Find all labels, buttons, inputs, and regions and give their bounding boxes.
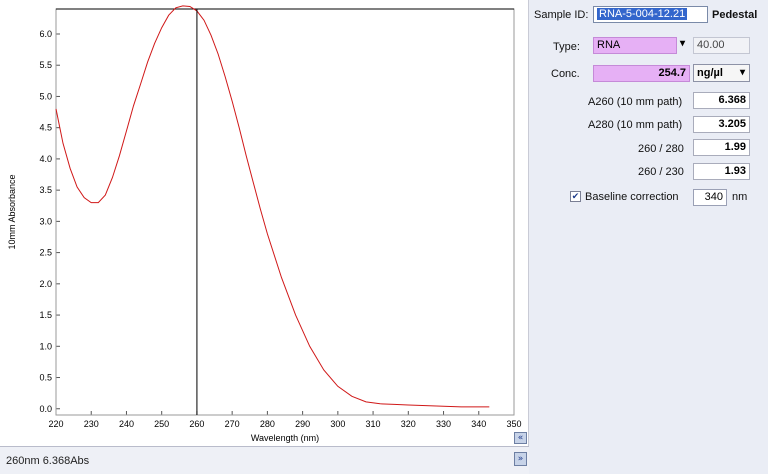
x-tick-label: 230 — [84, 419, 99, 429]
double-chevron-left-icon[interactable]: « — [514, 432, 527, 444]
x-tick-label: 280 — [260, 419, 275, 429]
x-tick-label: 330 — [436, 419, 451, 429]
x-tick-label: 290 — [295, 419, 310, 429]
double-chevron-down-icon[interactable]: » — [514, 452, 527, 466]
baseline-wavelength-input[interactable]: 340 — [693, 189, 727, 206]
ratio-260-280-label: 260 / 280 — [638, 143, 684, 155]
a280-value: 3.205 — [693, 116, 750, 133]
type-select[interactable]: RNA — [593, 37, 677, 54]
x-tick-label: 270 — [225, 419, 240, 429]
measurement-mode: Pedestal — [712, 9, 758, 21]
a280-label: A280 (10 mm path) — [588, 119, 683, 131]
type-label: Type: — [553, 41, 580, 53]
chevron-down-icon: ▾ — [739, 67, 745, 78]
y-tick-label: 5.0 — [39, 91, 52, 101]
y-tick-label: 1.0 — [39, 341, 52, 351]
plot-frame — [55, 8, 515, 416]
x-tick-label: 240 — [119, 419, 134, 429]
x-tick-label: 220 — [48, 419, 63, 429]
x-tick-label: 320 — [401, 419, 416, 429]
sample-id-field[interactable]: RNA-5-004-12.21 — [593, 6, 708, 23]
type-factor-value: 40.00 — [697, 39, 725, 51]
ratio-260-230-label: 260 / 230 — [638, 166, 684, 178]
x-tick-label: 300 — [330, 419, 345, 429]
baseline-label: Baseline correction — [585, 191, 679, 203]
absorbance-series-line — [55, 5, 490, 408]
a260-label: A260 (10 mm path) — [588, 96, 683, 108]
y-tick-label: 5.5 — [39, 60, 52, 70]
ratio-260-230-value: 1.93 — [693, 163, 750, 180]
y-tick-label: 2.0 — [39, 279, 52, 289]
conc-label: Conc. — [551, 68, 580, 80]
spectrum-chart-panel: 0.0 0.5 1.0 1.5 2.0 2.5 3.0 3.5 4.0 4.5 5.0 5.5 6.0 … — [0, 0, 529, 446]
conc-value-field: 254.7 — [593, 65, 690, 82]
x-tick-label: 250 — [154, 419, 169, 429]
y-tick-label: 3.5 — [39, 185, 52, 195]
conc-value: 254.7 — [658, 67, 686, 79]
baseline-unit: nm — [732, 191, 748, 203]
type-factor-field: 40.00 — [693, 37, 750, 54]
sample-id-value: RNA-5-004-12.21 — [597, 8, 688, 20]
y-tick-label: 4.5 — [39, 123, 52, 133]
x-tick-label: 350 — [506, 419, 521, 429]
type-dropdown-arrow-icon[interactable]: ▾ — [680, 38, 685, 49]
x-tick-label: 260 — [189, 419, 204, 429]
status-bar: 260nm 6.368Abs — [0, 446, 529, 474]
baseline-wavelength-value: 340 — [704, 191, 723, 203]
conc-unit-select[interactable]: ng/µl ▾ — [693, 64, 750, 82]
checkmark-icon: ✔ — [571, 191, 580, 201]
spectrum-chart[interactable]: 0.00.51.01.52.02.53.03.54.04.55.05.56.0 … — [0, 0, 528, 446]
x-tick-label: 310 — [366, 419, 381, 429]
sample-id-label: Sample ID: — [534, 9, 589, 21]
y-tick-label: 4.0 — [39, 154, 52, 164]
x-axis-label: Wavelength (nm) — [251, 433, 319, 443]
ratio-260-280-value: 1.99 — [693, 139, 750, 156]
y-tick-label: 2.5 — [39, 248, 52, 258]
baseline-checkbox[interactable]: ✔ — [570, 191, 581, 202]
type-value: RNA — [597, 39, 621, 51]
y-tick-label: 3.0 — [39, 216, 52, 226]
y-tick-label: 0.0 — [39, 404, 52, 414]
cursor-readout: 260nm 6.368Abs — [6, 455, 90, 467]
a260-value: 6.368 — [693, 92, 750, 109]
conc-unit-value: ng/µl — [697, 67, 723, 79]
x-tick-label: 340 — [471, 419, 486, 429]
y-tick-label: 6.0 — [39, 29, 52, 39]
y-tick-label: 0.5 — [39, 373, 52, 383]
y-tick-label: 1.5 — [39, 310, 52, 320]
y-axis-label: 10mm Absorbance — [7, 174, 17, 249]
